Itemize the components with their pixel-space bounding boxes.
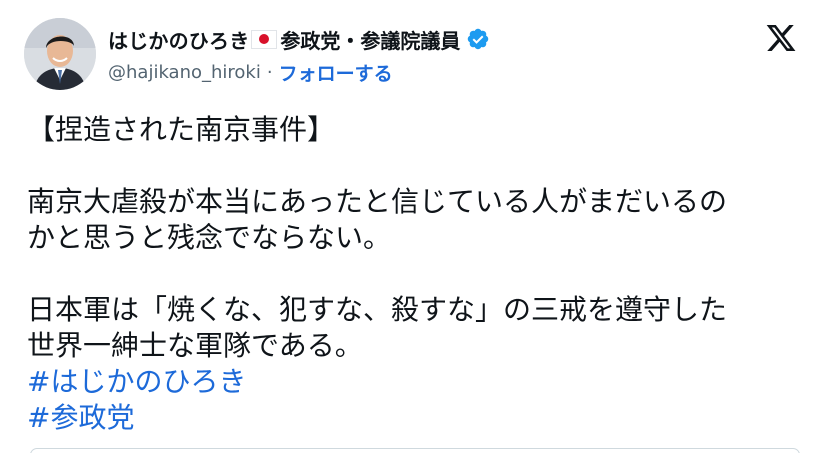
author-name-row[interactable]: はじかのひろき 参政党・参議院議員 <box>108 22 490 56</box>
hashtag-link[interactable]: #参政党 <box>27 400 807 436</box>
author-avatar[interactable] <box>24 18 96 90</box>
author-display-name[interactable]: はじかのひろき <box>108 25 249 54</box>
tweet-line: 日本軍は「焼くな、犯すな、殺すな」の三戒を遵守した <box>27 293 728 326</box>
author-handle[interactable]: @hajikano_hiroki <box>108 62 261 83</box>
tweet-text: 【捏造された南京事件】 南京大虐殺が本当にあったと信じている人がまだいるの かと… <box>27 112 807 436</box>
avatar-photo <box>24 18 96 90</box>
follow-button[interactable]: フォローする <box>279 59 393 86</box>
quoted-card-edge <box>30 448 800 453</box>
verified-badge-icon <box>468 28 489 50</box>
tweet-line: 南京大虐殺が本当にあったと信じている人がまだいるの <box>27 185 728 218</box>
tweet-line: かと思うと残念でならない。 <box>27 221 392 254</box>
tweet-line: 世界一紳士な軍隊である。 <box>27 329 363 362</box>
author-display-name-suffix[interactable]: 参政党・参議院議員 <box>280 25 460 54</box>
tweet-card: はじかのひろき 参政党・参議院議員 @hajikano_hiroki · フォロ… <box>0 0 824 453</box>
hashtag-link[interactable]: #はじかのひろき <box>27 364 807 400</box>
tweet-line: 【捏造された南京事件】 <box>27 113 336 146</box>
x-logo-icon[interactable] <box>764 22 798 54</box>
japan-flag-icon <box>251 29 278 49</box>
separator-dot: · <box>266 61 273 83</box>
author-handle-row: @hajikano_hiroki · フォローする <box>108 58 393 86</box>
